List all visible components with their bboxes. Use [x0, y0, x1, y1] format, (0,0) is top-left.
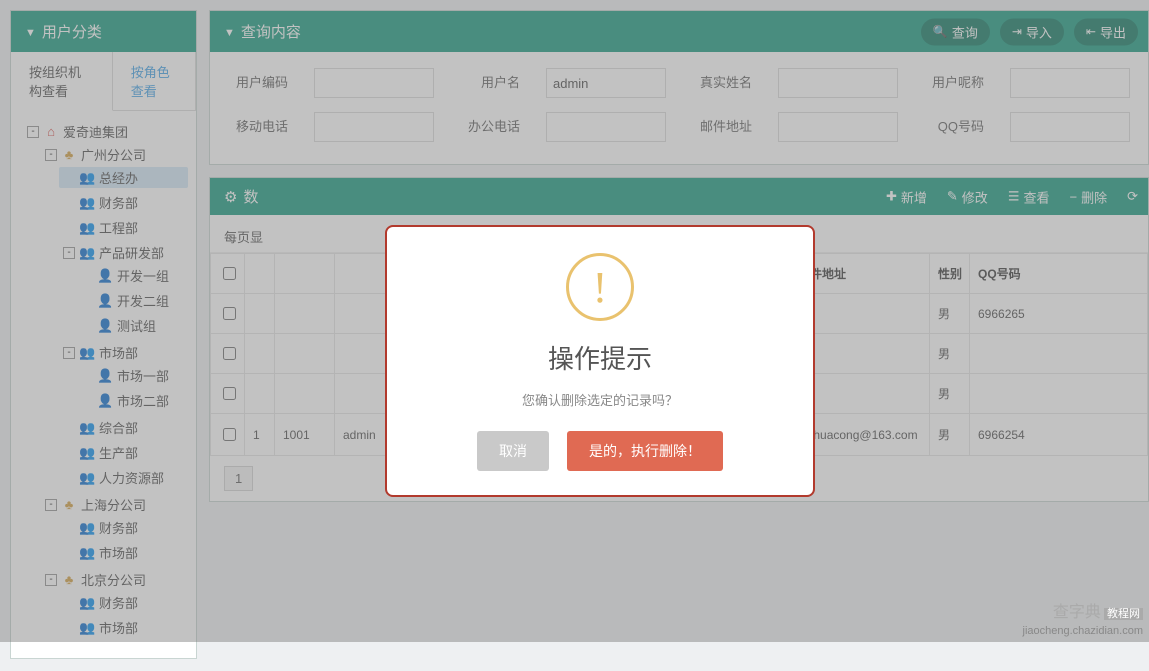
cancel-button[interactable]: 取消 — [477, 431, 549, 471]
modal-message: 您确认删除选定的记录吗？ — [407, 390, 793, 409]
watermark: 查字典 教程网 jiaocheng.chazidian.com — [1023, 603, 1143, 638]
warning-icon: ! — [566, 253, 634, 321]
modal-title: 操作提示 — [407, 339, 793, 376]
confirm-modal: ! 操作提示 您确认删除选定的记录吗？ 取消 是的，执行删除！ — [385, 225, 815, 497]
modal-overlay[interactable]: ! 操作提示 您确认删除选定的记录吗？ 取消 是的，执行删除！ — [0, 0, 1149, 642]
confirm-delete-button[interactable]: 是的，执行删除！ — [567, 431, 723, 471]
